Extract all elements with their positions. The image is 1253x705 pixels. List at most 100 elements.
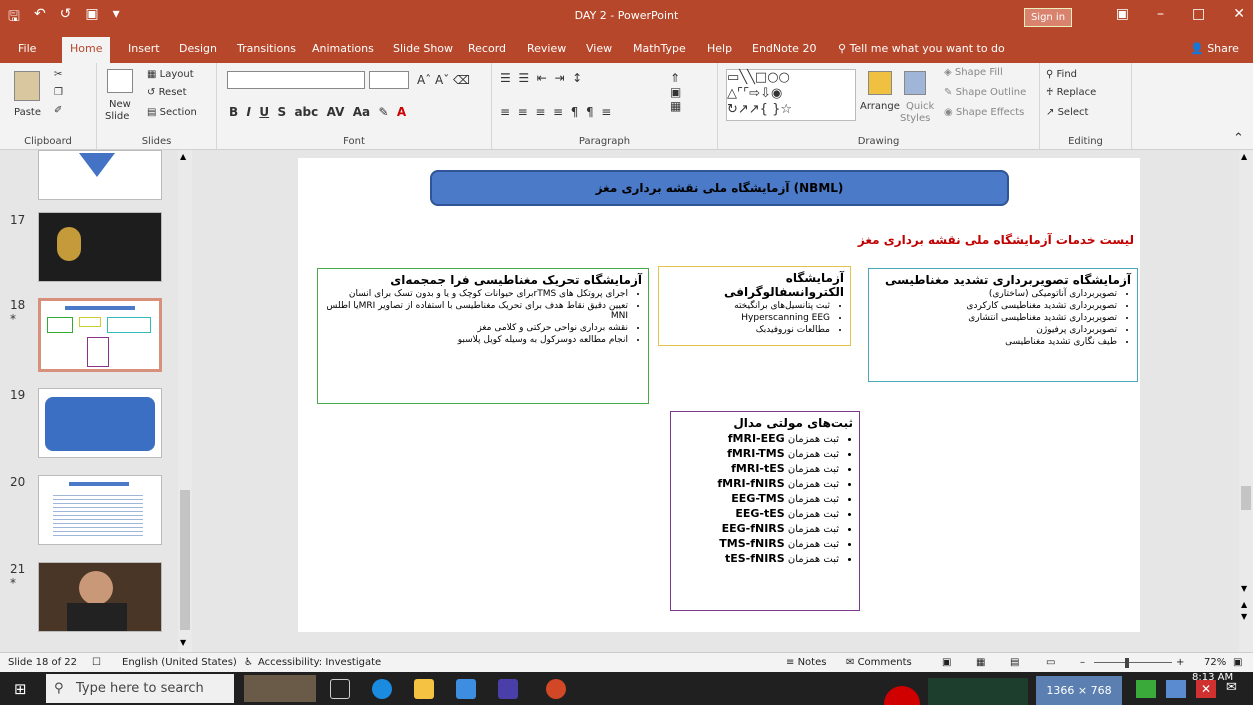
- tell-me-search[interactable]: ⚲ Tell me what you want to do: [838, 42, 1005, 55]
- minimize-icon[interactable]: –: [1157, 6, 1164, 22]
- cut-icon[interactable]: ✂: [54, 69, 62, 80]
- format-painter-icon[interactable]: ✐: [54, 105, 62, 116]
- slide-scroll-thumb[interactable]: [1241, 486, 1251, 510]
- replace-button[interactable]: ♰ Replace: [1046, 87, 1096, 98]
- services-list-title[interactable]: لیست خدمات آزمایشگاه ملی نقشه برداری مغز: [858, 233, 1134, 247]
- windows-start-icon[interactable]: ⊞: [14, 680, 27, 698]
- app-icon[interactable]: [498, 679, 518, 699]
- accessibility-icon[interactable]: ♿: [244, 657, 253, 668]
- previous-slide-icon[interactable]: ▲: [1241, 600, 1247, 609]
- collapse-ribbon-icon[interactable]: ⌃: [1233, 131, 1244, 146]
- thumbnail-20[interactable]: [38, 475, 162, 545]
- new-slide-label-2[interactable]: Slide: [105, 111, 129, 122]
- paste-icon[interactable]: [14, 71, 40, 101]
- zoom-out-icon[interactable]: –: [1080, 657, 1085, 668]
- normal-view-icon[interactable]: ▣: [942, 657, 951, 668]
- share-button[interactable]: 👤 Share: [1190, 42, 1239, 55]
- quick-styles-icon[interactable]: [904, 71, 926, 95]
- font-name-select[interactable]: [227, 71, 365, 89]
- tab-help[interactable]: Help: [707, 42, 732, 55]
- tab-slide-show[interactable]: Slide Show: [393, 42, 453, 55]
- text-direction-icons[interactable]: ⇑ ▣ ▦: [670, 71, 681, 113]
- tab-transitions[interactable]: Transitions: [237, 42, 296, 55]
- quick-styles-label[interactable]: Quick: [906, 101, 934, 112]
- tab-insert[interactable]: Insert: [128, 42, 160, 55]
- maximize-icon[interactable]: □: [1192, 6, 1205, 22]
- thumbnail-scroll-thumb[interactable]: [180, 490, 190, 630]
- slideshow-view-icon[interactable]: ▭: [1046, 657, 1055, 668]
- thumbnail-scrollbar[interactable]: ▲ ▼: [178, 150, 192, 652]
- thumbnail-19[interactable]: [38, 388, 162, 458]
- zoom-slider[interactable]: [1094, 662, 1172, 663]
- quick-styles-label-2[interactable]: Styles: [900, 113, 930, 124]
- tab-animations[interactable]: Animations: [312, 42, 374, 55]
- reading-view-icon[interactable]: ▤: [1010, 657, 1019, 668]
- mri-lab-box[interactable]: آزمایشگاه تصویربرداری تشدید مغناطیسی تصو…: [868, 268, 1138, 382]
- tab-design[interactable]: Design: [179, 42, 217, 55]
- new-slide-label[interactable]: New: [109, 99, 131, 110]
- store-icon[interactable]: [456, 679, 476, 699]
- section-button[interactable]: ▤ Section: [147, 107, 197, 118]
- arrange-label[interactable]: Arrange: [860, 101, 900, 112]
- tab-mathtype[interactable]: MathType: [633, 42, 686, 55]
- thumbnail-18[interactable]: [38, 298, 162, 372]
- taskbar-search[interactable]: ⚲ Type here to search: [46, 674, 234, 703]
- sign-in-button[interactable]: Sign in: [1024, 8, 1072, 27]
- close-icon[interactable]: ✕: [1233, 6, 1245, 22]
- next-slide-icon[interactable]: ▼: [1241, 612, 1247, 621]
- shape-outline-button[interactable]: ✎ Shape Outline: [944, 87, 1026, 98]
- tms-lab-box[interactable]: آزمایشگاه تحریک مغناطیسی فرا جمجمه‌ای اج…: [317, 268, 649, 404]
- notification-icon[interactable]: ✉: [1226, 680, 1237, 695]
- task-view-icon[interactable]: [330, 679, 350, 699]
- eeg-lab-box[interactable]: آزمایشگاه الکتروانسفالوگرافی ثبت پتانسیل…: [658, 266, 851, 346]
- thumbnail-21[interactable]: [38, 562, 162, 632]
- arrange-icon[interactable]: [868, 71, 892, 95]
- accessibility-status[interactable]: Accessibility: Investigate: [258, 657, 381, 668]
- slide-sorter-icon[interactable]: ▦: [976, 657, 985, 668]
- language-indicator[interactable]: English (United States): [122, 657, 237, 668]
- copy-icon[interactable]: ❐: [54, 87, 63, 98]
- comments-button[interactable]: ✉ Comments: [846, 657, 912, 668]
- notes-button[interactable]: ≡ Notes: [786, 657, 826, 668]
- tab-record[interactable]: Record: [468, 42, 506, 55]
- list-buttons[interactable]: ☰ ☰ ⇤ ⇥ ↕: [500, 71, 582, 85]
- fit-to-window-icon[interactable]: ▣: [1233, 657, 1242, 668]
- new-slide-icon[interactable]: [107, 69, 133, 93]
- tab-endnote[interactable]: EndNote 20: [752, 42, 816, 55]
- edge-icon[interactable]: [372, 679, 392, 699]
- tab-home[interactable]: Home: [62, 37, 111, 63]
- reset-button[interactable]: ↺ Reset: [147, 87, 187, 98]
- restore-icon[interactable]: [1136, 680, 1156, 698]
- thumbnail-16[interactable]: [38, 150, 162, 200]
- file-explorer-icon[interactable]: [414, 679, 434, 699]
- minimize-overlay-icon[interactable]: [1166, 680, 1186, 698]
- spelling-icon[interactable]: ☐: [92, 657, 101, 668]
- shape-fill-button[interactable]: ◈ Shape Fill: [944, 67, 1003, 78]
- slide-scroll-up-icon[interactable]: ▲: [1241, 152, 1247, 161]
- align-buttons[interactable]: ≡ ≡ ≡ ≡ ¶ ¶ ≡: [500, 105, 611, 119]
- scroll-up-icon[interactable]: ▲: [180, 152, 186, 161]
- font-size-controls[interactable]: Aˆ Aˇ ⌫: [417, 73, 470, 87]
- font-size-select[interactable]: [369, 71, 409, 89]
- search-highlight-image[interactable]: [244, 675, 316, 702]
- tab-review[interactable]: Review: [527, 42, 566, 55]
- ribbon-display-icon[interactable]: ▣: [1116, 6, 1129, 22]
- tab-file[interactable]: File: [18, 42, 36, 55]
- tray-preview[interactable]: [928, 678, 1028, 705]
- font-format-buttons[interactable]: B I U S abc AV Aa ✎ A: [229, 105, 406, 119]
- paste-label[interactable]: Paste: [14, 107, 41, 118]
- tab-view[interactable]: View: [586, 42, 612, 55]
- shape-effects-button[interactable]: ◉ Shape Effects: [944, 107, 1024, 118]
- layout-button[interactable]: ▦ Layout: [147, 69, 194, 80]
- zoom-in-icon[interactable]: +: [1176, 657, 1184, 668]
- slide-canvas[interactable]: آزمایشگاه ملی نقشه برداری مغز (NBML) لیس…: [298, 158, 1140, 632]
- zoom-level[interactable]: 72%: [1204, 657, 1226, 668]
- record-icon[interactable]: [884, 686, 920, 705]
- shapes-gallery[interactable]: ▭╲╲□○○ △⌜⌜⇨⇩◉ ↻↗↗{ }☆: [726, 69, 856, 121]
- find-button[interactable]: ⚲ Find: [1046, 69, 1077, 80]
- slide-scroll-down-icon[interactable]: ▼: [1241, 584, 1247, 593]
- slide-scrollbar[interactable]: ▲ ▼ ▲ ▼: [1239, 150, 1253, 652]
- slide-title[interactable]: آزمایشگاه ملی نقشه برداری مغز (NBML): [430, 170, 1009, 206]
- zoom-slider-thumb[interactable]: [1125, 658, 1129, 668]
- powerpoint-icon[interactable]: [546, 679, 566, 699]
